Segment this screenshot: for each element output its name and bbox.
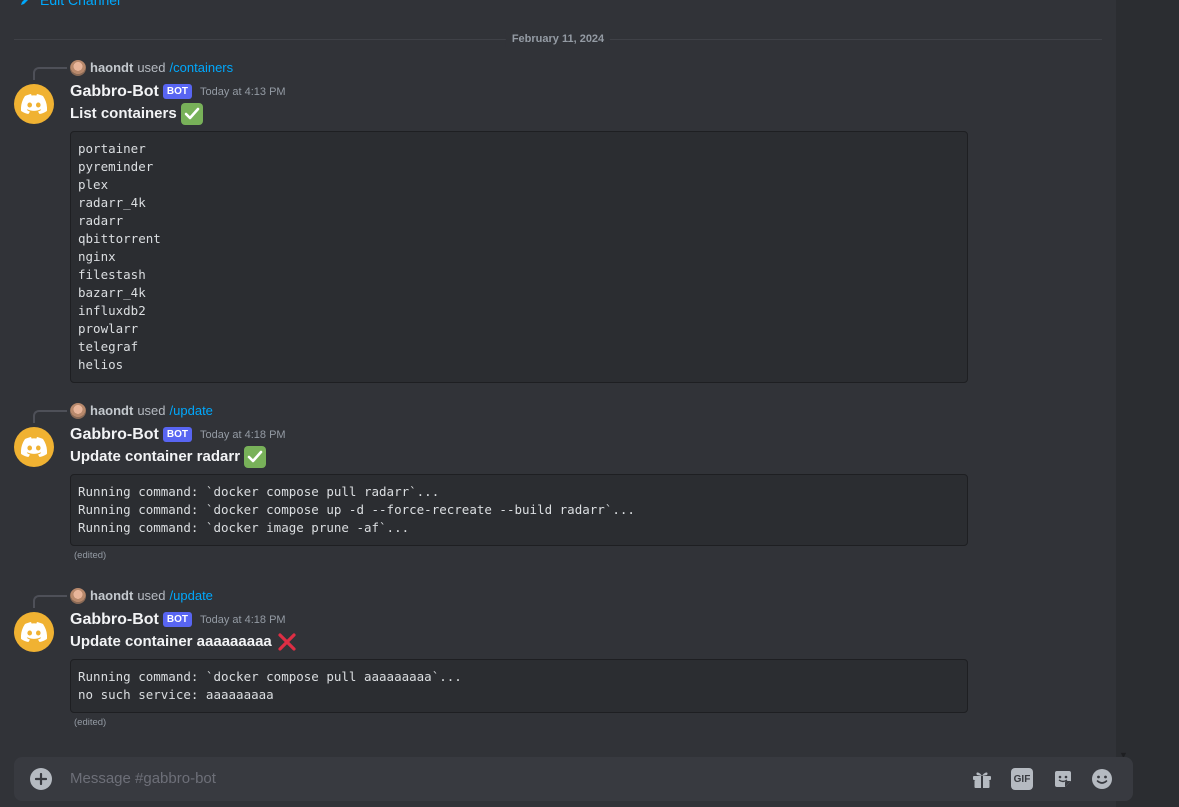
message-header: Gabbro-Bot BOT Today at 4:18 PM (70, 424, 286, 446)
reply-used-text: used (137, 60, 166, 75)
message-title: Update container radarr (70, 446, 267, 468)
code-line: filestash (78, 267, 146, 282)
code-line: prowlarr (78, 321, 139, 336)
bot-tag: BOT (162, 83, 192, 99)
message-input[interactable]: Message #gabbro-bot (70, 769, 216, 789)
command-reply-context[interactable]: haondt used /update (70, 403, 213, 419)
code-line: Running command: `docker compose pull ra… (78, 484, 440, 499)
slash-command-link[interactable]: /containers (170, 60, 234, 76)
emoji-icon[interactable] (1091, 768, 1113, 790)
code-line: bazarr_4k (78, 285, 146, 300)
bot-username[interactable]: Gabbro-Bot (70, 81, 159, 103)
right-rail (1116, 0, 1179, 807)
reply-connector (33, 595, 67, 608)
slash-command-link[interactable]: /update (170, 403, 213, 419)
code-line: no such service: aaaaaaaaa (78, 687, 274, 702)
bot-avatar[interactable] (14, 84, 54, 124)
discord-logo-icon (21, 622, 47, 642)
edit-channel-link[interactable]: Edit Channel (20, 0, 120, 8)
code-line: helios (78, 357, 124, 372)
reply-used-text: used (137, 403, 166, 418)
code-line: telegraf (78, 339, 139, 354)
user-avatar-small[interactable] (70, 403, 86, 419)
sticker-icon[interactable] (1052, 768, 1074, 790)
message-title: List containers (70, 103, 203, 125)
code-block[interactable]: Running command: `docker compose pull aa… (70, 659, 968, 713)
message-composer[interactable]: Message #gabbro-bot GIF (14, 757, 1133, 801)
edit-channel-label: Edit Channel (40, 0, 121, 8)
command-reply-context[interactable]: haondt used /containers (70, 60, 233, 76)
message-header: Gabbro-Bot BOT Today at 4:18 PM (70, 609, 286, 631)
code-line: plex (78, 177, 109, 192)
gif-icon: GIF (1013, 773, 1031, 785)
code-line: radarr_4k (78, 195, 146, 210)
reply-username[interactable]: haondt (90, 60, 133, 76)
bot-username[interactable]: Gabbro-Bot (70, 609, 159, 631)
code-line: Running command: `docker compose up -d -… (78, 502, 635, 517)
gif-button[interactable]: GIF (1011, 768, 1033, 790)
user-avatar-small[interactable] (70, 60, 86, 76)
message-timestamp[interactable]: Today at 4:18 PM (200, 609, 286, 631)
discord-logo-icon (21, 94, 47, 114)
command-reply-context[interactable]: haondt used /update (70, 588, 213, 604)
pencil-icon (21, 0, 28, 5)
code-line: Running command: `docker compose pull aa… (78, 669, 462, 684)
message-header: Gabbro-Bot BOT Today at 4:13 PM (70, 81, 286, 103)
date-divider: February 11, 2024 (14, 31, 1102, 47)
add-attachment-button[interactable] (30, 768, 52, 790)
check-mark-icon (244, 446, 267, 468)
code-line: pyreminder (78, 159, 154, 174)
code-block[interactable]: Running command: `docker compose pull ra… (70, 474, 968, 546)
date-divider-label: February 11, 2024 (505, 31, 611, 47)
reply-connector (33, 67, 67, 80)
message-title-text: Update container aaaaaaaaa (70, 633, 272, 650)
message-timestamp[interactable]: Today at 4:13 PM (200, 81, 286, 103)
reply-connector (33, 410, 67, 423)
plus-icon (35, 773, 47, 785)
edited-label[interactable]: (edited) (74, 717, 106, 729)
message-title-text: Update container radarr (70, 448, 241, 465)
message-title-text: List containers (70, 105, 177, 122)
bot-avatar[interactable] (14, 427, 54, 467)
code-line: qbittorrent (78, 231, 161, 246)
message-timestamp[interactable]: Today at 4:18 PM (200, 424, 286, 446)
bot-avatar[interactable] (14, 612, 54, 652)
code-line: portainer (78, 141, 146, 156)
code-line: influxdb2 (78, 303, 146, 318)
reply-username[interactable]: haondt (90, 588, 133, 604)
cross-mark-icon (278, 633, 296, 651)
slash-command-link[interactable]: /update (170, 588, 213, 604)
reply-used-text: used (137, 588, 166, 603)
reply-username[interactable]: haondt (90, 403, 133, 419)
discord-logo-icon (21, 437, 47, 457)
bot-username[interactable]: Gabbro-Bot (70, 424, 159, 446)
edited-label[interactable]: (edited) (74, 550, 106, 562)
bot-tag: BOT (162, 426, 192, 442)
code-line: radarr (78, 213, 124, 228)
gift-icon[interactable] (971, 768, 993, 790)
check-mark-icon (180, 103, 203, 125)
code-block[interactable]: portainer pyreminder plex radarr_4k rada… (70, 131, 968, 383)
bot-tag: BOT (162, 611, 192, 627)
code-line: nginx (78, 249, 116, 264)
message-title: Update container aaaaaaaaa (70, 631, 298, 653)
user-avatar-small[interactable] (70, 588, 86, 604)
code-line: Running command: `docker image prune -af… (78, 520, 410, 535)
